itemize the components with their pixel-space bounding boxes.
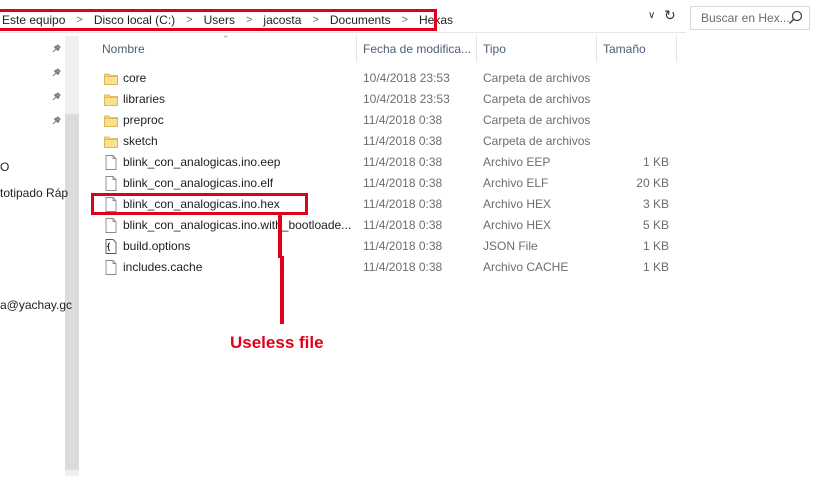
column-header-size[interactable]: Tamaño	[597, 36, 677, 62]
file-type: Carpeta de archivos	[483, 134, 591, 148]
file-date: 11/4/2018 0:38	[363, 260, 443, 274]
file-date: 11/4/2018 0:38	[363, 239, 443, 253]
address-highlight-box	[0, 9, 437, 31]
file-type: Archivo CACHE	[483, 260, 569, 274]
file-size: 1 KB	[642, 155, 669, 169]
file-size: 3 KB	[642, 197, 669, 211]
file-date: 11/4/2018 0:38	[363, 197, 443, 211]
folder-icon	[104, 134, 118, 149]
file-date: 11/4/2018 0:38	[363, 155, 443, 169]
file-size: 5 KB	[642, 218, 669, 232]
file-name[interactable]: preproc	[123, 110, 164, 131]
file-type: Archivo EEP	[483, 155, 551, 169]
search-input[interactable]: Buscar en Hex...	[690, 6, 810, 30]
file-size: 1 KB	[642, 260, 669, 274]
folder-icon	[104, 113, 118, 128]
file-row[interactable]: includes.cache 11/4/2018 0:38 Archivo CACH…	[96, 257, 682, 278]
file-name[interactable]: includes.cache	[123, 257, 202, 278]
file-size	[616, 68, 669, 89]
file-name[interactable]: core	[123, 68, 146, 89]
file-type: JSON File	[483, 239, 538, 253]
pin-icon[interactable]	[50, 67, 62, 79]
annotation-line	[280, 256, 284, 324]
file-size: 1 KB	[642, 239, 669, 253]
file-icon	[104, 155, 118, 170]
search-placeholder: Buscar en Hex...	[701, 11, 790, 25]
file-date: 10/4/2018 23:53	[363, 92, 450, 106]
nav-item-partial[interactable]: O	[0, 160, 9, 174]
file-name[interactable]: blink_con_analogicas.ino.eep	[123, 152, 280, 173]
file-type: Archivo HEX	[483, 197, 552, 211]
json-file-icon	[104, 239, 118, 254]
nav-item-partial[interactable]: totipado Ráp	[0, 186, 68, 200]
file-row[interactable]: core 10/4/2018 23:53 Carpeta de archivos	[96, 68, 682, 89]
file-date: 11/4/2018 0:38	[363, 113, 443, 127]
file-date: 11/4/2018 0:38	[363, 134, 443, 148]
folder-icon	[104, 71, 118, 86]
file-type: Carpeta de archivos	[483, 113, 591, 127]
file-type: Carpeta de archivos	[483, 71, 591, 85]
file-name[interactable]: libraries	[123, 89, 165, 110]
file-size	[616, 110, 669, 131]
file-name[interactable]: blink_con_analogicas.ino.with_bootloade.…	[123, 215, 351, 236]
nav-scrollbar-thumb[interactable]	[65, 114, 79, 470]
file-icon	[104, 218, 118, 233]
file-size	[616, 131, 669, 152]
search-icon[interactable]	[787, 9, 805, 27]
address-bar[interactable]: Este equipo > Disco local (C:) > Users >…	[0, 4, 686, 33]
annotation-line	[278, 214, 282, 258]
chevron-down-icon[interactable]: ∨	[648, 10, 655, 21]
file-row[interactable]: sketch 11/4/2018 0:38 Carpeta de archivos	[96, 131, 682, 152]
file-name[interactable]: sketch	[123, 131, 158, 152]
file-row[interactable]: blink_con_analogicas.ino.eep 11/4/2018 0:…	[96, 152, 682, 173]
pin-icon[interactable]	[50, 43, 62, 55]
nav-item-partial[interactable]: a@yachay.gc	[0, 298, 72, 312]
file-size: 20 KB	[636, 176, 669, 190]
annotation-label: Useless file	[230, 333, 324, 352]
file-row[interactable]: build.options 11/4/2018 0:38 JSON File 1 KB	[96, 236, 682, 257]
file-name[interactable]: blink_con_analogicas.ino.elf	[123, 173, 273, 194]
file-date: 11/4/2018 0:38	[363, 176, 443, 190]
file-row[interactable]: preproc 11/4/2018 0:38 Carpeta de archivos	[96, 110, 682, 131]
refresh-icon[interactable]: ↻	[664, 7, 676, 24]
highlight-box-hex-file	[91, 193, 308, 215]
column-header-name[interactable]: Nombre	[96, 36, 357, 62]
column-header-date[interactable]: Fecha de modifica...	[357, 36, 477, 62]
folder-icon	[104, 92, 118, 107]
pin-icon[interactable]	[50, 115, 62, 127]
file-icon	[104, 260, 118, 275]
file-icon	[104, 176, 118, 191]
file-type: Carpeta de archivos	[483, 92, 591, 106]
file-date: 10/4/2018 23:53	[363, 71, 450, 85]
file-date: 11/4/2018 0:38	[363, 218, 443, 232]
file-name[interactable]: build.options	[123, 236, 190, 257]
file-row[interactable]: blink_con_analogicas.ino.with_bootloade.…	[96, 215, 682, 236]
pin-icon[interactable]	[50, 91, 62, 103]
column-header-type[interactable]: Tipo	[477, 36, 597, 62]
file-type: Archivo ELF	[483, 176, 549, 190]
file-type: Archivo HEX	[483, 218, 552, 232]
file-row[interactable]: blink_con_analogicas.ino.elf 11/4/2018 0:…	[96, 173, 682, 194]
file-size	[616, 89, 669, 110]
file-row[interactable]: libraries 10/4/2018 23:53 Carpeta de archi…	[96, 89, 682, 110]
